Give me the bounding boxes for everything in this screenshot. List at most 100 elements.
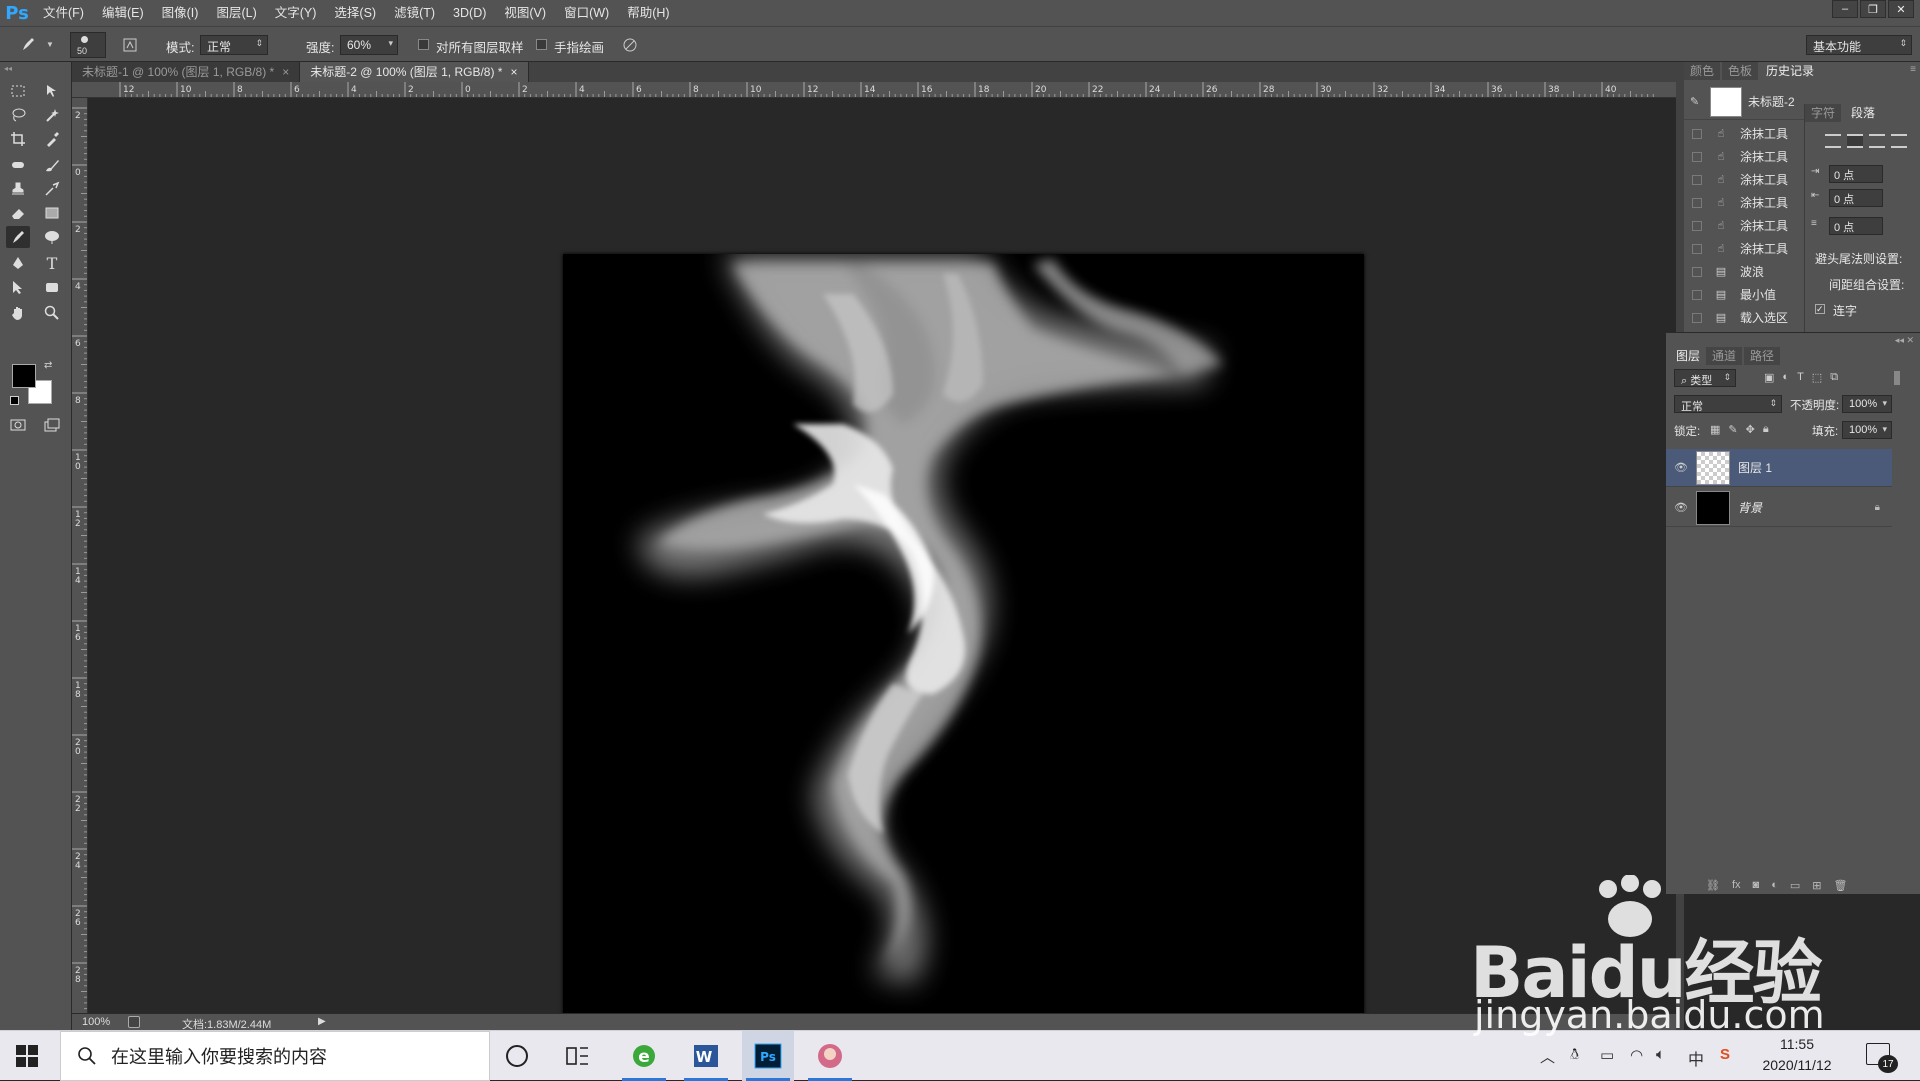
default-colors-icon[interactable] (10, 396, 19, 405)
layer-name[interactable]: 背景 (1738, 499, 1762, 516)
qq-icon[interactable]: 🐧︎ (1570, 1046, 1579, 1065)
battery-icon[interactable]: ▭ (1600, 1046, 1614, 1064)
dodge-tool-icon[interactable] (40, 226, 64, 248)
tab-paths[interactable]: 路径 (1744, 347, 1781, 365)
menu-item[interactable]: 编辑(E) (93, 0, 153, 26)
layer-name[interactable]: 图层 1 (1738, 459, 1772, 476)
menu-item[interactable]: 窗口(W) (555, 0, 618, 26)
tab-history[interactable]: 历史记录 (1760, 62, 1821, 80)
mode-select[interactable]: 正常 ⇕ (200, 35, 268, 55)
close-icon[interactable]: × (510, 62, 517, 82)
close-button[interactable]: ✕ (1888, 0, 1914, 18)
gradient-tool-icon[interactable] (40, 202, 64, 224)
lasso-tool-icon[interactable] (6, 104, 30, 126)
align-center-icon[interactable] (1847, 134, 1863, 148)
menu-item[interactable]: 视图(V) (495, 0, 555, 26)
tab-document-1[interactable]: 未标题-1 @ 100% (图层 1, RGB/8) * × (72, 62, 301, 82)
marquee-tool-icon[interactable] (6, 80, 30, 102)
collapse-icon[interactable]: ◂◂ (4, 64, 12, 73)
smudge-tool-preset-icon[interactable] (16, 33, 40, 55)
strength-input[interactable]: 60% ▾ (340, 35, 398, 55)
history-snapshot[interactable]: ✎ 未标题-2 (1684, 84, 1804, 120)
network-icon[interactable]: ◠ (1630, 1046, 1643, 1064)
taskbar-app-word[interactable]: W (680, 1031, 732, 1081)
history-source-checkbox[interactable] (1692, 243, 1702, 254)
sogou-icon[interactable]: S (1720, 1046, 1730, 1063)
minimize-button[interactable]: – (1832, 0, 1858, 18)
adjustment-filter-icon[interactable]: ◐ (1782, 371, 1789, 384)
history-item[interactable]: ☝ 涂抹工具 (1684, 191, 1799, 214)
layer-row-layer-1[interactable]: 👁︎ 图层 1 (1666, 449, 1892, 487)
hyphenate-checkbox[interactable]: ✓ (1815, 304, 1825, 314)
taskbar-app-photoshop[interactable]: Ps (742, 1031, 794, 1081)
restore-button[interactable]: ❐ (1860, 0, 1886, 18)
type-tool-icon[interactable]: T (40, 252, 64, 274)
history-item[interactable]: ☝ 涂抹工具 (1684, 168, 1799, 191)
rectangle-tool-icon[interactable] (40, 276, 64, 298)
taskbar-app-avatar[interactable] (804, 1031, 856, 1081)
brush-tool-icon[interactable] (40, 154, 64, 176)
filter-kind-select[interactable]: ⌕ 类型 ⇕ (1674, 369, 1736, 387)
opacity-input[interactable]: 100% ▾ (1842, 395, 1892, 413)
menu-item[interactable]: 图层(L) (207, 0, 265, 26)
filter-toggle[interactable] (1894, 371, 1900, 385)
healing-brush-tool-icon[interactable] (6, 154, 30, 176)
path-selection-tool-icon[interactable] (6, 276, 30, 298)
history-brush-tool-icon[interactable] (40, 178, 64, 200)
shape-filter-icon[interactable]: ⬚ (1812, 371, 1822, 384)
visibility-eye-icon[interactable]: 👁︎ (1666, 501, 1696, 514)
tab-paragraph[interactable]: 段落 (1845, 104, 1882, 122)
screen-mode-icon[interactable] (40, 414, 64, 436)
smudge-tool-icon[interactable] (6, 226, 30, 248)
foreground-color-swatch[interactable] (12, 364, 36, 388)
tab-color[interactable]: 颜色 (1684, 62, 1721, 80)
tab-layers[interactable]: 图层 (1670, 347, 1707, 365)
menu-item[interactable]: 选择(S) (325, 0, 385, 26)
history-item[interactable]: ▤ 最小值 (1684, 283, 1799, 306)
fill-input[interactable]: 100% ▾ (1842, 421, 1892, 439)
eyedropper-tool-icon[interactable] (40, 128, 64, 150)
history-item[interactable]: ☝ 涂抹工具 (1684, 237, 1799, 260)
menu-item[interactable]: 滤镜(T) (385, 0, 444, 26)
menu-item[interactable]: 帮助(H) (618, 0, 678, 26)
history-source-checkbox[interactable] (1692, 174, 1702, 185)
document-canvas[interactable] (563, 254, 1364, 1054)
justify-icon[interactable] (1891, 134, 1907, 148)
blend-mode-select[interactable]: 正常 ⇕ (1674, 395, 1782, 413)
history-source-checkbox[interactable] (1692, 220, 1702, 231)
clock-time[interactable]: 11:55 (1752, 1036, 1842, 1052)
menu-item[interactable]: 文字(Y) (266, 0, 326, 26)
magic-wand-tool-icon[interactable] (40, 104, 64, 126)
history-source-checkbox[interactable] (1692, 266, 1702, 277)
workspace-select[interactable]: 基本功能 ⇕ (1806, 35, 1912, 55)
eraser-tool-icon[interactable] (6, 202, 30, 224)
volume-icon[interactable]: 🔈︎ (1656, 1046, 1665, 1063)
history-item[interactable]: ☝ 涂抹工具 (1684, 145, 1799, 168)
windows-start-icon[interactable] (16, 1045, 38, 1070)
history-item[interactable]: ☝ 涂抹工具 (1684, 122, 1799, 145)
history-source-checkbox[interactable] (1692, 197, 1702, 208)
hand-tool-icon[interactable] (6, 302, 30, 324)
layer-row-background[interactable]: 👁︎ 背景 🔒︎ (1666, 489, 1892, 527)
indent-first-line-input[interactable]: 0 点 (1829, 189, 1883, 207)
brush-size-picker[interactable]: 50 (70, 32, 106, 58)
close-icon[interactable]: × (282, 62, 289, 82)
history-item[interactable]: ▤ 波浪 (1684, 260, 1799, 283)
collapse-panels-icon[interactable]: ◂◂ ✕ (1895, 335, 1914, 346)
finger-painting-checkbox[interactable] (536, 39, 547, 50)
history-item[interactable]: ▤ 载入选区 (1684, 306, 1799, 329)
pixel-filter-icon[interactable]: ▣ (1764, 371, 1774, 384)
move-tool-icon[interactable] (40, 80, 64, 102)
canvas-area[interactable] (88, 98, 1676, 1054)
clone-stamp-tool-icon[interactable] (6, 178, 30, 200)
space-before-input[interactable]: 0 点 (1829, 217, 1883, 235)
clock-date[interactable]: 2020/11/12 (1752, 1057, 1842, 1073)
visibility-eye-icon[interactable]: 👁︎ (1666, 461, 1696, 474)
menu-item[interactable]: 文件(F) (34, 0, 93, 26)
dropdown-arrow-icon[interactable]: ▼ (46, 40, 54, 49)
share-icon[interactable] (128, 1016, 140, 1028)
pressure-icon[interactable] (618, 34, 642, 56)
zoom-tool-icon[interactable] (40, 302, 64, 324)
history-brush-source-icon[interactable]: ✎ (1690, 95, 1704, 108)
quick-mask-icon[interactable] (6, 414, 30, 436)
